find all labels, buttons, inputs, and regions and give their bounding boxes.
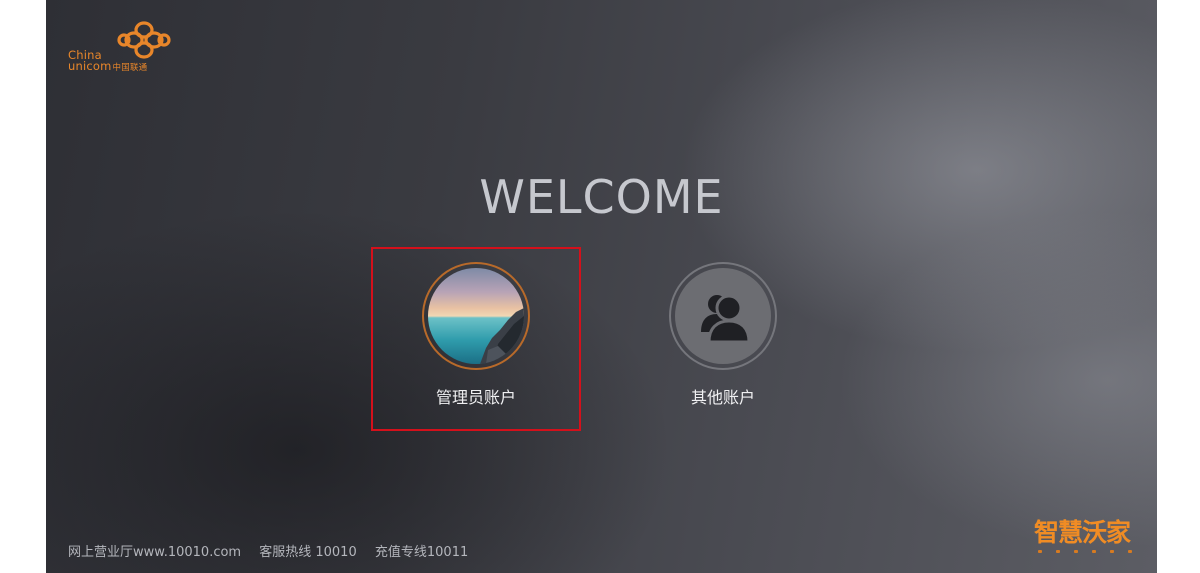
admin-avatar-ring [422,262,530,370]
brand-name: 智慧沃家 [1034,518,1131,547]
users-icon [701,294,751,344]
welcome-title: WELCOME [479,170,724,224]
admin-account-label: 管理员账户 [435,388,516,407]
other-avatar-ring [669,262,777,370]
other-account-button[interactable]: 其他账户 [648,262,798,408]
other-avatar [675,268,771,364]
wojia-brand-logo: 智慧沃家 [1034,513,1136,559]
brand-tagline-dots [1038,550,1132,554]
footer-recharge: 充值专线10011 [374,545,469,560]
china-unicom-wordmark: China unicom中国联通 [68,49,148,74]
footer-service-hall: 网上营业厅www.10010.com [68,545,242,560]
admin-avatar [428,268,524,364]
landscape-photo-icon [428,268,524,364]
logo-text-unicom: unicom [68,59,112,73]
footer-hotline: 客服热线 10010 [259,545,357,560]
other-account-label: 其他账户 [690,388,755,407]
china-unicom-logo: China unicom中国联通 [68,18,178,78]
logo-text-cn: 中国联通 [112,63,148,73]
admin-account-button[interactable]: 管理员账户 [401,262,551,408]
login-screen: China unicom中国联通 WELCOME 管理员账户 其他账户 网上营业… [46,0,1157,573]
footer-info: 网上营业厅www.10010.com 客服热线 10010 充值专线10011 [68,541,482,560]
